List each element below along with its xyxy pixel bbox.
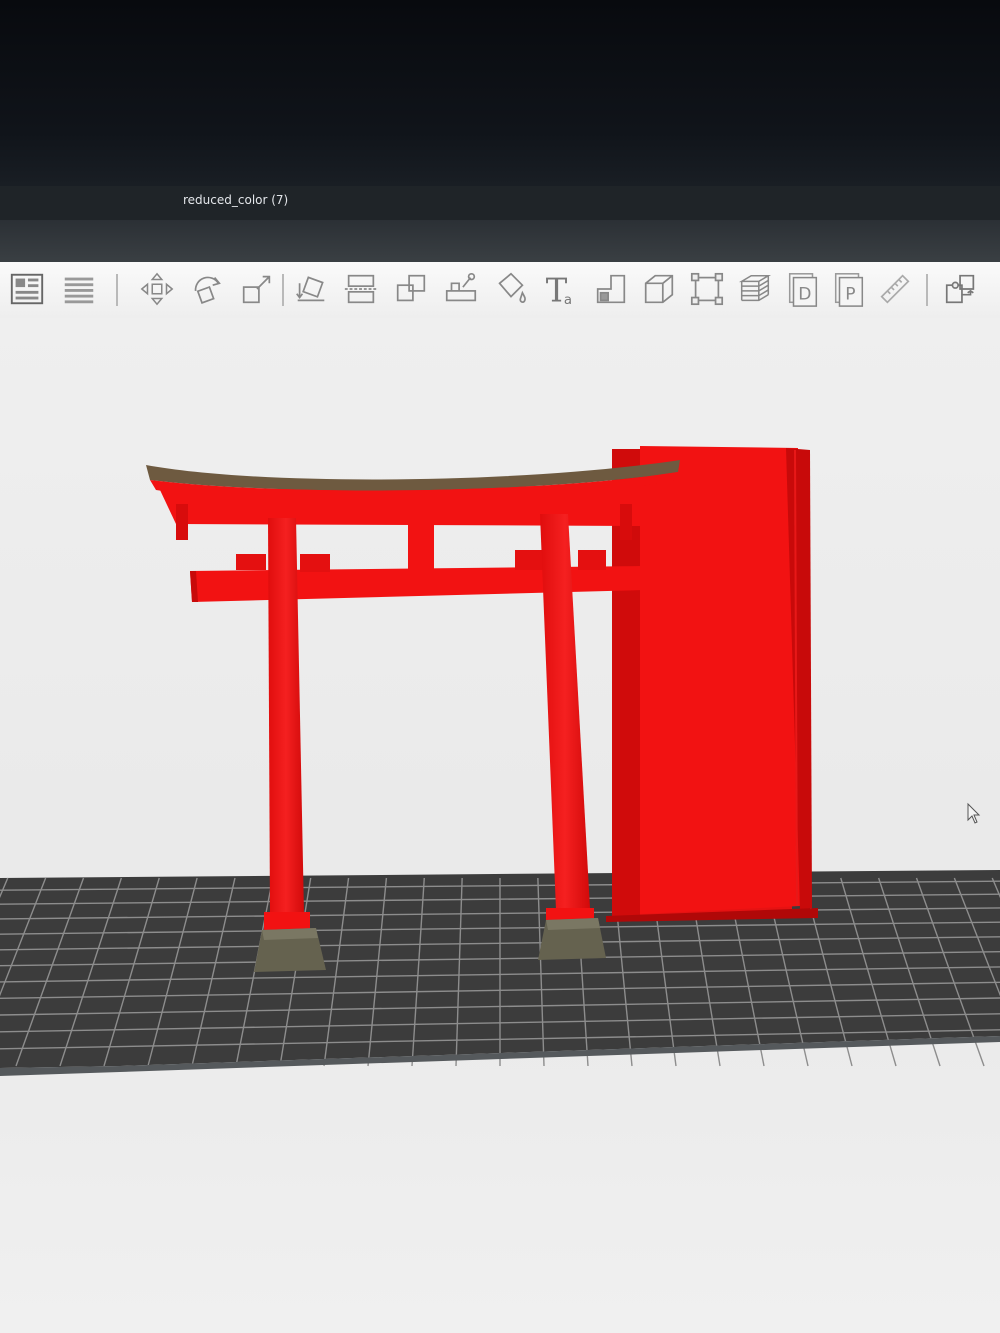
text-icon: T a — [546, 271, 572, 308]
objects-list-icon — [64, 277, 94, 304]
objects-list-button[interactable] — [58, 268, 100, 310]
toolbar-separator — [282, 274, 284, 306]
add-cube-icon — [644, 274, 674, 304]
support-paint-button[interactable] — [440, 268, 482, 310]
plate-d-icon: D — [788, 273, 818, 307]
rotate-button[interactable] — [186, 268, 228, 310]
monitor-bezel — [0, 0, 1000, 190]
window-title: reduced_color (7) — [183, 193, 289, 207]
plate-p-button[interactable]: P — [828, 268, 870, 310]
rotate-icon — [194, 276, 221, 304]
lay-on-face-icon — [296, 276, 325, 302]
slice-layers-button[interactable] — [734, 268, 776, 310]
arrange-icon — [396, 274, 426, 302]
move-icon — [140, 272, 174, 306]
layout-panel-button[interactable] — [6, 268, 48, 310]
color-paint-icon — [498, 272, 526, 303]
seam-paint-icon — [596, 274, 626, 304]
scale-icon — [242, 275, 271, 304]
lay-on-face-button[interactable] — [290, 268, 332, 310]
build-plate — [0, 870, 1000, 1076]
toolbar: T a D P — [0, 262, 1000, 319]
measure-ruler-button[interactable] — [874, 268, 916, 310]
assembly-button[interactable] — [940, 268, 982, 310]
cut-button[interactable] — [340, 268, 382, 310]
cut-icon — [344, 274, 378, 304]
text-button[interactable]: T a — [540, 268, 582, 310]
toolbar-separator — [926, 274, 928, 306]
3d-viewport[interactable] — [0, 318, 1000, 1333]
svg-text:P: P — [845, 284, 855, 304]
boundary-box-icon — [690, 272, 724, 306]
menu-strip — [0, 220, 1000, 262]
scene-canvas[interactable] — [0, 318, 1000, 1333]
layout-panel-icon — [10, 273, 44, 305]
move-button[interactable] — [136, 268, 178, 310]
assembly-puzzle-icon — [945, 274, 975, 304]
plate-p-icon: P — [834, 273, 864, 307]
color-paint-button[interactable] — [490, 268, 532, 310]
boundary-box-button[interactable] — [686, 268, 728, 310]
svg-text:D: D — [798, 284, 811, 304]
plate-d-button[interactable]: D — [782, 268, 824, 310]
svg-text:a: a — [564, 293, 572, 308]
mouse-cursor-icon — [967, 802, 981, 824]
add-cube-button[interactable] — [638, 268, 680, 310]
slice-layers-icon — [738, 274, 772, 302]
seam-paint-button[interactable] — [590, 268, 632, 310]
toolbar-separator — [116, 274, 118, 306]
arrange-button[interactable] — [390, 268, 432, 310]
measure-ruler-icon — [880, 274, 910, 304]
support-paint-icon — [445, 272, 477, 302]
title-bar — [0, 186, 1000, 220]
scale-button[interactable] — [236, 268, 278, 310]
